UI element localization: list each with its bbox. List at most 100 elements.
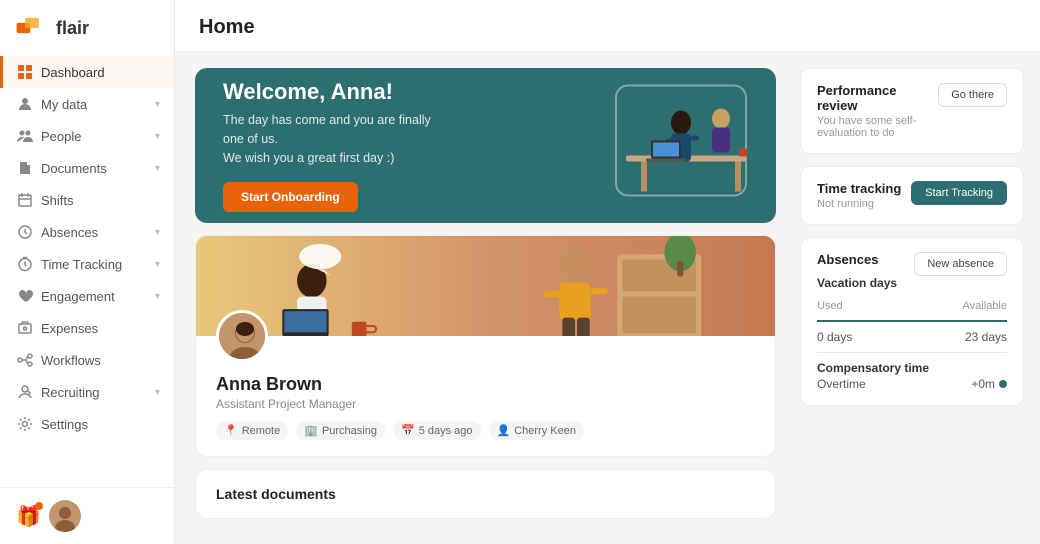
overtime-row: Overtime +0m [817,377,1007,391]
calendar-icon: 📅 [401,424,415,437]
avatar-image [219,313,268,362]
clock-icon [17,256,33,272]
avatar-image [49,500,81,532]
overtime-value: +0m [971,377,1007,391]
divider [817,320,1007,322]
profile-banner [196,236,775,336]
widget-header: Performance review You have some self-ev… [817,83,1007,139]
tag-label: Purchasing [322,425,377,437]
sidebar-item-label: Documents [41,161,107,176]
sidebar-item-recruiting[interactable]: Recruiting ▾ [0,376,174,408]
sidebar-item-shifts[interactable]: Shifts [0,184,174,216]
sidebar-item-label: My data [41,97,87,112]
sidebar-item-label: Time Tracking [41,257,122,272]
widget-title: Performance review [817,83,930,113]
overtime-label: Overtime [817,377,866,391]
sidebar-item-engagement[interactable]: Engagement ▾ [0,280,174,312]
widget-title: Time tracking [817,181,901,196]
welcome-subtitle: The day has come and you are finally one… [223,111,443,167]
chevron-icon: ▾ [155,99,160,110]
profile-illustration [196,236,775,336]
profile-tag-department: 🏢 Purchasing [296,421,385,440]
sidebar-navigation: Dashboard My data ▾ People ▾ Documents [0,52,174,487]
sidebar-item-label: Absences [41,225,98,240]
sidebar-item-settings[interactable]: Settings [0,408,174,440]
sidebar-item-people[interactable]: People ▾ [0,120,174,152]
person-icon [17,96,33,112]
logo[interactable]: flair [0,0,174,52]
heart-icon [17,288,33,304]
sidebar-item-expenses[interactable]: Expenses [0,312,174,344]
widget-title: Absences [817,252,878,267]
widget-subtitle: You have some self-evaluation to do [817,115,930,139]
profile-name: Anna Brown [216,374,755,395]
widget-header: Absences New absence [817,252,1007,276]
start-onboarding-button[interactable]: Start Onboarding [223,182,358,212]
sidebar-item-label: Dashboard [41,65,105,80]
profile-tag-date: 📅 5 days ago [393,421,481,440]
used-value: 0 days [817,330,852,344]
sidebar: flair Dashboard My data ▾ People ▾ [0,0,175,544]
used-label: Used [817,300,843,312]
welcome-illustration [526,78,766,213]
expenses-icon [17,320,33,336]
settings-icon [17,416,33,432]
dashboard-icon [17,64,33,80]
workflows-icon [17,352,33,368]
start-tracking-button[interactable]: Start Tracking [911,181,1007,205]
sidebar-item-documents[interactable]: Documents ▾ [0,152,174,184]
sidebar-item-absences[interactable]: Absences ▾ [0,216,174,248]
sidebar-footer: 🎁 [0,487,174,544]
vacation-row: 0 days 23 days [817,330,1007,344]
go-there-button[interactable]: Go there [938,83,1007,107]
sidebar-item-label: Settings [41,417,88,432]
new-absence-button[interactable]: New absence [914,252,1007,276]
main-content: Home [175,0,1040,544]
page-title: Home [199,16,1016,39]
person-icon: 👤 [497,424,511,437]
location-icon: 📍 [224,424,238,437]
status-dot [999,380,1007,388]
vacation-title: Vacation days [817,276,1007,290]
sidebar-item-label: Shifts [41,193,74,208]
profile-card: Anna Brown Assistant Project Manager 📍 R… [195,235,776,457]
overtime-amount: +0m [971,377,995,391]
sidebar-item-dashboard[interactable]: Dashboard [0,56,174,88]
tag-label: 5 days ago [419,425,473,437]
gift-button[interactable]: 🎁 [16,504,41,529]
chevron-icon: ▾ [155,291,160,302]
profile-tag-manager: 👤 Cherry Keen [489,421,584,440]
sidebar-item-my-data[interactable]: My data ▾ [0,88,174,120]
sidebar-item-label: People [41,129,81,144]
sidebar-item-label: Expenses [41,321,98,336]
absences-icon [17,224,33,240]
sidebar-item-time-tracking[interactable]: Time Tracking ▾ [0,248,174,280]
vacation-header: Used Available [817,300,1007,312]
latest-documents: Latest documents [195,469,776,519]
widget-text: Performance review You have some self-ev… [817,83,930,139]
logo-icon [16,16,48,40]
chevron-icon: ▾ [155,227,160,238]
main-panel: Welcome, Anna! The day has come and you … [175,52,792,544]
widget-subtitle: Not running [817,198,901,210]
widget-header: Time tracking Not running Start Tracking [817,181,1007,210]
profile-tags: 📍 Remote 🏢 Purchasing 📅 5 days ago [216,421,755,440]
sidebar-item-workflows[interactable]: Workflows [0,344,174,376]
available-label: Available [963,300,1007,312]
chevron-icon: ▾ [155,131,160,142]
profile-tag-remote: 📍 Remote [216,421,288,440]
sidebar-item-label: Recruiting [41,385,100,400]
time-tracking-widget: Time tracking Not running Start Tracking [800,166,1024,225]
tag-label: Cherry Keen [514,425,576,437]
document-icon [17,160,33,176]
performance-review-widget: Performance review You have some self-ev… [800,68,1024,154]
user-avatar[interactable] [49,500,81,532]
shifts-icon [17,192,33,208]
people-icon [17,128,33,144]
page-header: Home [175,0,1040,52]
profile-info: Anna Brown Assistant Project Manager 📍 R… [196,336,775,456]
tag-label: Remote [242,425,281,437]
welcome-banner: Welcome, Anna! The day has come and you … [195,68,776,223]
profile-avatar [216,310,268,362]
latest-docs-title: Latest documents [216,486,336,502]
